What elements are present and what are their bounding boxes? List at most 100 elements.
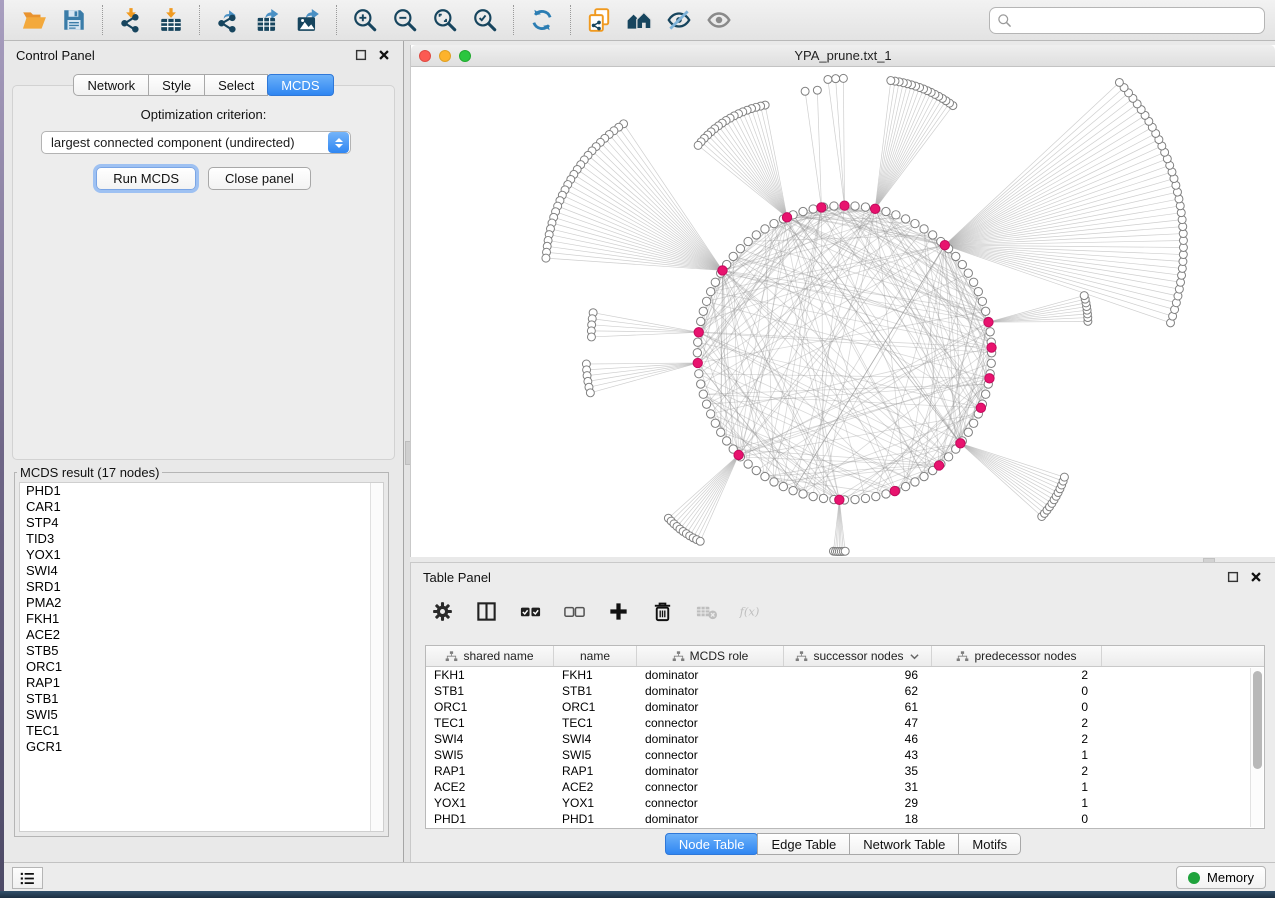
- show-all-button[interactable]: [699, 3, 739, 37]
- mcds-result-item[interactable]: PMA2: [20, 595, 383, 611]
- mcds-result-item[interactable]: SRD1: [20, 579, 383, 595]
- mcds-list-scrollbar[interactable]: [370, 483, 383, 831]
- float-panel-icon[interactable]: [1226, 570, 1240, 584]
- column-header-shared-name[interactable]: shared name: [426, 646, 554, 666]
- close-panel-icon[interactable]: [377, 48, 391, 62]
- minimize-window-icon[interactable]: [439, 50, 451, 62]
- table-row[interactable]: SWI5SWI5connector431: [426, 747, 1264, 763]
- table-row[interactable]: ACE2ACE2connector311: [426, 779, 1264, 795]
- delete-column-button[interactable]: [645, 596, 679, 626]
- table-row[interactable]: ORC1ORC1dominator610: [426, 699, 1264, 715]
- show-columns-button[interactable]: [469, 596, 503, 626]
- table-cell: 47: [784, 716, 932, 730]
- mcds-result-item[interactable]: TID3: [20, 531, 383, 547]
- tab-network-table[interactable]: Network Table: [849, 833, 959, 855]
- export-network-icon: [215, 7, 241, 33]
- deselect-all-columns-button[interactable]: [557, 596, 591, 626]
- column-header-predecessor-nodes[interactable]: predecessor nodes: [932, 646, 1102, 666]
- zoom-fit-button[interactable]: [425, 3, 465, 37]
- table-row[interactable]: YOX1YOX1connector291: [426, 795, 1264, 811]
- table-row[interactable]: TEC1TEC1connector472: [426, 715, 1264, 731]
- mcds-result-item[interactable]: YOX1: [20, 547, 383, 563]
- open-file-button[interactable]: [14, 3, 54, 37]
- mcds-result-item[interactable]: PHD1: [20, 483, 383, 499]
- mcds-result-item[interactable]: STP4: [20, 515, 383, 531]
- column-header-successor-nodes[interactable]: successor nodes: [784, 646, 932, 666]
- mcds-result-list[interactable]: PHD1CAR1STP4TID3YOX1SWI4SRD1PMA2FKH1ACE2…: [19, 482, 384, 832]
- close-panel-button[interactable]: Close panel: [208, 167, 311, 190]
- mcds-result-item[interactable]: STB1: [20, 691, 383, 707]
- tab-network[interactable]: Network: [73, 74, 149, 96]
- tab-node-table[interactable]: Node Table: [665, 833, 759, 855]
- network-canvas[interactable]: [411, 67, 1275, 558]
- mcds-result-item[interactable]: FKH1: [20, 611, 383, 627]
- network-window-titlebar[interactable]: YPA_prune.txt_1: [411, 45, 1275, 67]
- table-cell: FKH1: [426, 668, 554, 682]
- table-row[interactable]: STB1STB1dominator620: [426, 683, 1264, 699]
- hide-selected-button[interactable]: [659, 3, 699, 37]
- close-panel-icon[interactable]: [1249, 570, 1263, 584]
- table-scrollbar-thumb[interactable]: [1253, 671, 1262, 769]
- mcds-result-item[interactable]: SWI4: [20, 563, 383, 579]
- add-column-button[interactable]: [601, 596, 635, 626]
- float-panel-icon[interactable]: [354, 48, 368, 62]
- table-cell: connector: [637, 748, 784, 762]
- zoom-out-icon: [392, 7, 418, 33]
- optimization-criterion-select[interactable]: largest connected component (undirected): [41, 131, 351, 154]
- maximize-window-icon[interactable]: [459, 50, 471, 62]
- memory-button[interactable]: Memory: [1176, 866, 1266, 889]
- mcds-result-item[interactable]: TEC1: [20, 723, 383, 739]
- column-header-name[interactable]: name: [554, 646, 637, 666]
- function-builder-button[interactable]: f(x): [733, 596, 767, 626]
- task-history-button[interactable]: [12, 867, 43, 889]
- mcds-result-item[interactable]: ORC1: [20, 659, 383, 675]
- table-cell: 2: [932, 716, 1102, 730]
- network-graph[interactable]: [411, 67, 1275, 558]
- run-mcds-button[interactable]: Run MCDS: [96, 167, 196, 190]
- import-table-button[interactable]: [151, 3, 191, 37]
- mcds-result-item[interactable]: ACE2: [20, 627, 383, 643]
- tab-edge-table[interactable]: Edge Table: [757, 833, 850, 855]
- mcds-result-item[interactable]: SWI5: [20, 707, 383, 723]
- mcds-result-item[interactable]: GCR1: [20, 739, 383, 755]
- save-session-button[interactable]: [54, 3, 94, 37]
- vertical-splitter[interactable]: [403, 41, 410, 862]
- zoom-selected-button[interactable]: [465, 3, 505, 37]
- eye-slash-icon: [666, 7, 692, 33]
- search-icon: [997, 13, 1012, 28]
- table-row[interactable]: SWI4SWI4dominator462: [426, 731, 1264, 747]
- column-header-mcds-role[interactable]: MCDS role: [637, 646, 784, 666]
- table-cell: 0: [932, 684, 1102, 698]
- trash-icon: [651, 600, 674, 623]
- table-row[interactable]: RAP1RAP1dominator352: [426, 763, 1264, 779]
- zoom-out-button[interactable]: [385, 3, 425, 37]
- control-panel-tabs: NetworkStyleSelectMCDS: [4, 74, 403, 96]
- select-all-columns-button[interactable]: [513, 596, 547, 626]
- export-table-button[interactable]: [248, 3, 288, 37]
- tab-motifs[interactable]: Motifs: [958, 833, 1021, 855]
- export-image-button[interactable]: [288, 3, 328, 37]
- mcds-result-item[interactable]: RAP1: [20, 675, 383, 691]
- gear-icon: [431, 600, 454, 623]
- table-row[interactable]: PHD1PHD1dominator180: [426, 811, 1264, 827]
- tab-style[interactable]: Style: [148, 74, 205, 96]
- delete-table-button[interactable]: [689, 596, 723, 626]
- eye-icon: [706, 7, 732, 33]
- first-neighbors-button[interactable]: [619, 3, 659, 37]
- zoom-in-button[interactable]: [345, 3, 385, 37]
- table-row[interactable]: FKH1FKH1dominator962: [426, 667, 1264, 683]
- table-scrollbar[interactable]: [1250, 668, 1263, 827]
- mcds-result-item[interactable]: STB5: [20, 643, 383, 659]
- export-network-button[interactable]: [208, 3, 248, 37]
- table-settings-button[interactable]: [425, 596, 459, 626]
- refresh-layout-button[interactable]: [522, 3, 562, 37]
- search-input[interactable]: [1017, 9, 1257, 31]
- mcds-result-item[interactable]: CAR1: [20, 499, 383, 515]
- table-cell: TEC1: [426, 716, 554, 730]
- copy-network-button[interactable]: [579, 3, 619, 37]
- close-window-icon[interactable]: [419, 50, 431, 62]
- search-box[interactable]: [989, 7, 1265, 34]
- import-network-button[interactable]: [111, 3, 151, 37]
- tab-select[interactable]: Select: [204, 74, 268, 96]
- tab-mcds[interactable]: MCDS: [267, 74, 333, 96]
